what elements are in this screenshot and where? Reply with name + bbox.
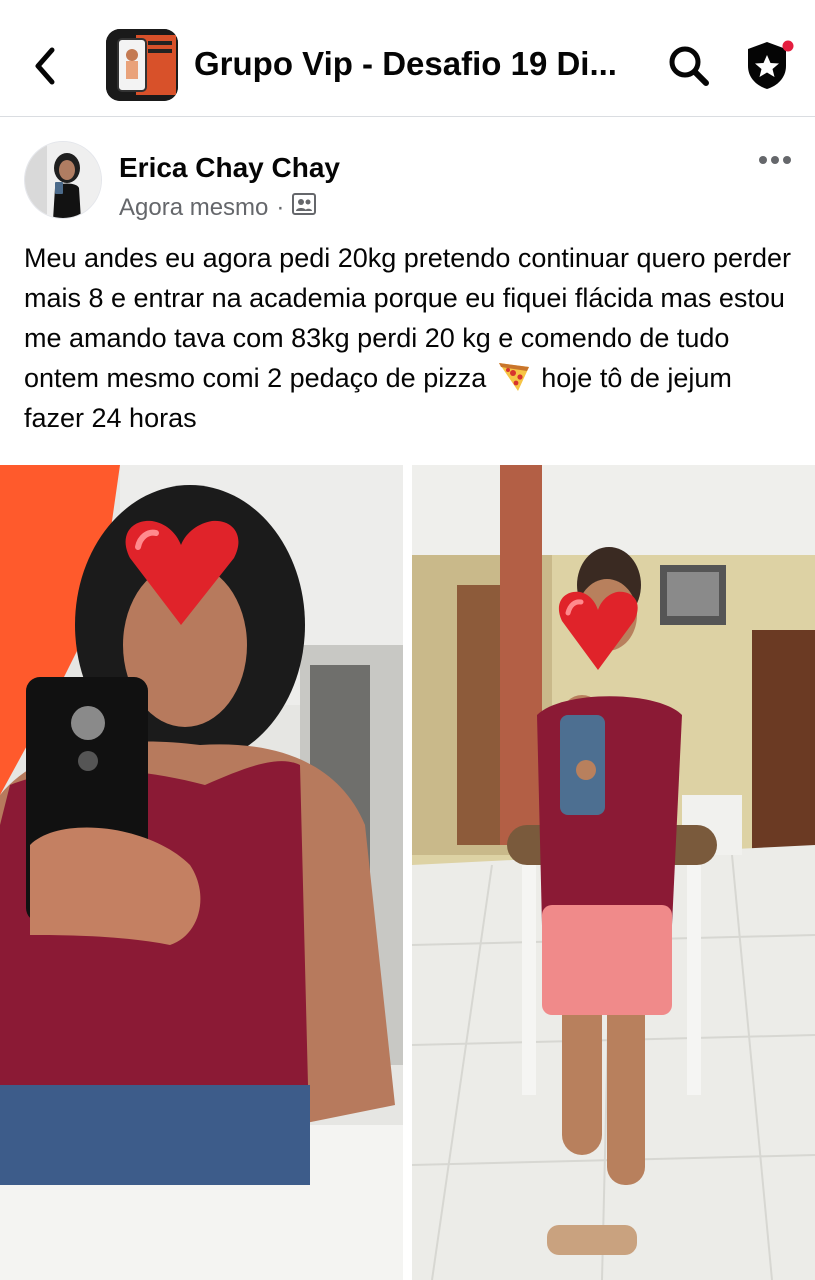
pizza-emoji-icon (496, 359, 532, 393)
group-thumbnail[interactable] (106, 29, 178, 101)
back-arrow-icon[interactable] (28, 44, 64, 88)
author-avatar[interactable] (24, 141, 102, 219)
before-photo[interactable] (0, 465, 403, 1280)
more-options-icon[interactable] (754, 148, 796, 172)
post-time[interactable]: Agora mesmo (119, 193, 268, 223)
top-bar: Grupo Vip - Desafio 19 Di... (0, 0, 815, 117)
post-body: Meu andes eu agora pedi 20kg pretendo co… (24, 238, 799, 438)
group-title[interactable]: Grupo Vip - Desafio 19 Di... (194, 42, 634, 86)
after-photo[interactable] (412, 465, 815, 1280)
author-name[interactable]: Erica Chay Chay (119, 150, 340, 186)
post-meta: Agora mesmo · (119, 192, 317, 224)
admin-shield-icon[interactable] (742, 38, 796, 92)
search-icon[interactable] (664, 42, 714, 88)
group-members-icon (292, 192, 317, 224)
meta-separator: · (276, 194, 285, 221)
